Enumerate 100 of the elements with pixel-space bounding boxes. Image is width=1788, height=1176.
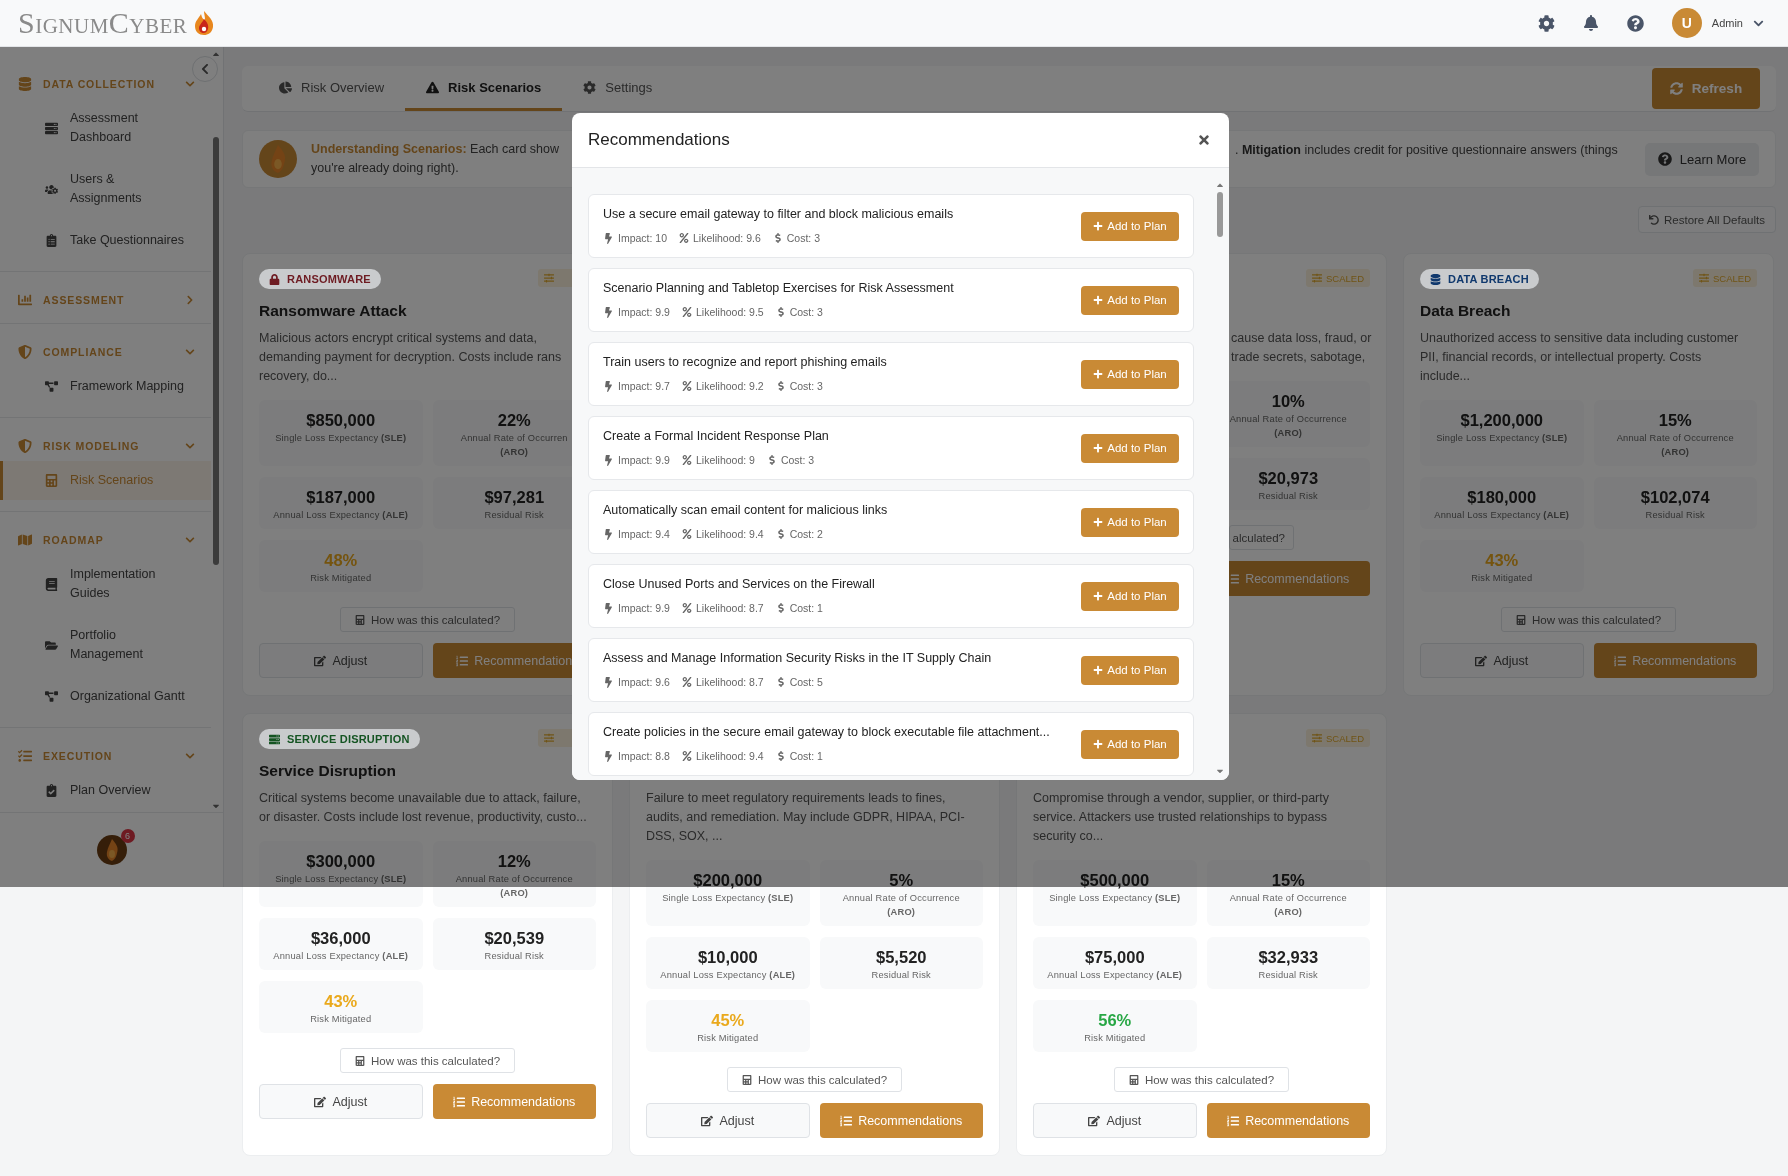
scenario-description: Unauthorized access to sensitive data including customer bbox=[1420, 330, 1740, 347]
percent-icon bbox=[681, 529, 692, 539]
stat-label: Single Loss Expectancy (SLE) bbox=[274, 432, 408, 445]
add-to-plan-button[interactable]: Add to Plan bbox=[1081, 433, 1179, 463]
recommendations-button[interactable]: Recommendations bbox=[1593, 643, 1757, 678]
add-to-plan-button[interactable]: Add to Plan bbox=[1081, 581, 1179, 611]
stat-label: Annual Loss Expectancy (ALE) bbox=[659, 969, 797, 982]
server-icon bbox=[45, 121, 58, 135]
stat-label: Residual Risk bbox=[483, 950, 545, 963]
tab[interactable]: Risk Overview bbox=[258, 66, 406, 111]
adjust-button[interactable]: Adjust bbox=[1033, 1103, 1197, 1138]
section-header[interactable]: DATA COLLECTION bbox=[43, 78, 155, 90]
recommendation-title: Assess and Manage Information Security Risks in the IT Supply Chain bbox=[603, 650, 993, 666]
plus-icon bbox=[1093, 739, 1104, 749]
bolt-icon bbox=[603, 306, 614, 318]
calculator-icon bbox=[354, 614, 365, 625]
scenario-description: Failure to meet regulatory requirements leads to fines, bbox=[646, 790, 947, 807]
adjust-button[interactable]: Adjust bbox=[259, 1084, 423, 1119]
sidebar-item[interactable]: Organizational Gantt bbox=[0, 677, 211, 716]
percent-icon bbox=[681, 751, 692, 761]
recommendations-button[interactable]: Recommendations bbox=[432, 1084, 596, 1119]
stat-value: $300,000 bbox=[305, 851, 377, 872]
plus-icon bbox=[1093, 369, 1104, 379]
recommendations-button[interactable]: Recommendations bbox=[1206, 1103, 1370, 1138]
calculation-button[interactable]: How was this calculated? bbox=[1500, 607, 1677, 632]
user-avatar[interactable]: U bbox=[1671, 8, 1702, 38]
edit-icon bbox=[1088, 1114, 1101, 1127]
book-icon bbox=[45, 577, 58, 591]
calculation-button[interactable]: How was this calculated? bbox=[339, 1048, 516, 1073]
stat-label: Annual Loss Expectancy (ALE) bbox=[272, 509, 410, 522]
sidebar-item[interactable]: Portfolio Management bbox=[0, 616, 211, 674]
stat-value: 15% bbox=[1657, 410, 1693, 431]
warning-icon bbox=[426, 80, 440, 94]
tab[interactable]: Risk Scenarios bbox=[405, 66, 563, 111]
scenario-title: Ransomware Attack bbox=[259, 301, 408, 321]
scenario-description: include... bbox=[1420, 368, 1472, 385]
stat-label: (ARO) bbox=[1273, 906, 1304, 919]
restore-defaults-button[interactable]: Restore All Defaults bbox=[1638, 206, 1776, 233]
calculation-button[interactable]: alculated? bbox=[1228, 525, 1294, 550]
settings-icon[interactable] bbox=[1537, 14, 1555, 32]
section-header[interactable]: EXECUTION bbox=[43, 750, 113, 762]
banner-text: Understanding Scenarios: Each card show bbox=[311, 141, 560, 158]
stat-label: Single Loss Expectancy (SLE) bbox=[274, 873, 408, 886]
sidebar-item[interactable]: Risk Scenarios bbox=[0, 461, 211, 500]
impact-score: Impact: 9.9 bbox=[603, 600, 670, 616]
sidebar-item[interactable]: Framework Mapping bbox=[0, 367, 211, 406]
bolt-icon bbox=[603, 528, 614, 540]
shield-icon bbox=[18, 439, 32, 453]
add-to-plan-button[interactable]: Add to Plan bbox=[1081, 655, 1179, 685]
notifications-icon[interactable] bbox=[1582, 15, 1599, 31]
diagram-icon bbox=[45, 380, 58, 393]
learn-more-button[interactable]: Learn More bbox=[1645, 142, 1759, 176]
add-to-plan-button[interactable]: Add to Plan bbox=[1081, 507, 1179, 537]
calculator-icon bbox=[741, 1074, 752, 1085]
calculation-button[interactable]: How was this calculated? bbox=[339, 607, 516, 632]
sidebar-item[interactable]: Users & Assignments bbox=[0, 160, 211, 218]
bar-chart-icon bbox=[18, 293, 32, 307]
user-name[interactable]: Admin bbox=[1711, 17, 1743, 29]
stat-label: Risk Mitigated bbox=[309, 1013, 373, 1026]
section-header[interactable]: ASSESSMENT bbox=[43, 294, 125, 306]
adjust-button[interactable]: Adjust bbox=[259, 643, 423, 678]
bolt-icon bbox=[603, 676, 614, 688]
section-header[interactable]: COMPLIANCE bbox=[43, 346, 123, 358]
refresh-button[interactable]: Refresh bbox=[1652, 68, 1760, 109]
sidebar-item[interactable]: Assessment Dashboard bbox=[0, 99, 211, 157]
sliders-icon bbox=[1699, 273, 1709, 283]
adjust-button[interactable]: Adjust bbox=[646, 1103, 810, 1138]
stat-label: Residual Risk bbox=[483, 509, 545, 522]
scenario-description: PII, financial records, or intellectual property. Costs bbox=[1420, 349, 1703, 366]
add-to-plan-button[interactable]: Add to Plan bbox=[1081, 729, 1179, 759]
sidebar-item[interactable]: Implementation Guides bbox=[0, 555, 211, 613]
section-header[interactable]: ROADMAP bbox=[43, 534, 104, 546]
impact-score: Impact: 9.7 bbox=[603, 378, 670, 394]
sidebar-item[interactable]: Plan Overview bbox=[0, 771, 211, 810]
stat-value: 15% bbox=[1270, 870, 1306, 891]
dollar-icon bbox=[775, 381, 786, 391]
calculation-button[interactable]: How was this calculated? bbox=[726, 1067, 903, 1092]
section-header[interactable]: RISK MODELING bbox=[43, 440, 140, 452]
stat-label: (ARO) bbox=[886, 906, 917, 919]
scenario-description: Compromise through a vendor, supplier, or third-party bbox=[1033, 790, 1330, 807]
collapse-button[interactable] bbox=[192, 56, 218, 82]
add-to-plan-button[interactable]: Add to Plan bbox=[1081, 285, 1179, 315]
plus-icon bbox=[1093, 517, 1104, 527]
recommendations-button[interactable]: Recommendations bbox=[819, 1103, 983, 1138]
edit-icon bbox=[314, 1095, 327, 1108]
add-to-plan-button[interactable]: Add to Plan bbox=[1081, 211, 1179, 241]
mascot-avatar bbox=[259, 140, 297, 178]
adjust-button[interactable]: Adjust bbox=[1420, 643, 1584, 678]
scenario-title: Data Breach bbox=[1420, 301, 1512, 321]
scenario-title: Service Disruption bbox=[259, 761, 397, 781]
sidebar-item[interactable]: Take Questionnaires bbox=[0, 221, 211, 260]
calculation-button[interactable]: How was this calculated? bbox=[1113, 1067, 1290, 1092]
calculator-icon bbox=[354, 1055, 365, 1066]
dollar-icon bbox=[775, 603, 786, 613]
help-icon[interactable] bbox=[1626, 14, 1644, 32]
tab[interactable]: Settings bbox=[562, 66, 674, 111]
scaled-badge: SCALED bbox=[1306, 729, 1370, 747]
add-to-plan-button[interactable]: Add to Plan bbox=[1081, 359, 1179, 389]
chevron-right-icon[interactable] bbox=[185, 295, 195, 305]
mascot-avatar[interactable] bbox=[96, 835, 127, 865]
